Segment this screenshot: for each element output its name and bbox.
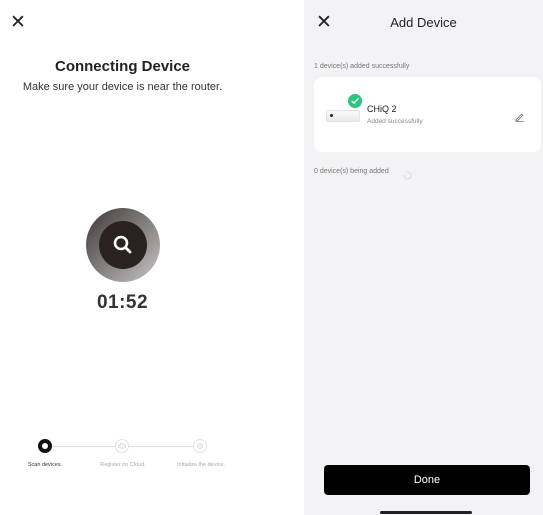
home-indicator [380,511,472,514]
connecting-device-screen: ✕ Connecting Device Make sure your devic… [0,0,245,515]
step-label-register: Register on Cloud. [100,462,146,468]
add-device-screen: ✕ Add Device 1 device(s) added successfu… [304,0,543,515]
added-count-text: 1 device(s) added successfully [314,63,410,70]
air-conditioner-image [326,110,360,122]
device-name: CHiQ 2 [367,104,397,114]
close-icon[interactable]: ✕ [10,13,26,32]
step-scan-indicator [38,439,52,453]
step-connector [52,446,122,447]
gear-icon [193,439,207,453]
pencil-icon[interactable] [514,109,525,127]
adding-count-text: 0 device(s) being added [314,168,389,175]
page-subtitle: Make sure your device is near the router… [22,81,223,93]
page-title: Add Device [390,15,457,30]
step-label-initialize: Initialize the device. [177,462,225,468]
step-connector [129,446,193,447]
scanning-indicator [86,208,160,282]
device-status: Added successfully [367,118,423,125]
device-card[interactable]: CHiQ 2 Added successfully [314,77,541,152]
magnifier-icon [86,208,160,282]
countdown-timer: 01:52 [96,292,149,313]
check-icon [348,94,362,108]
done-button[interactable]: Done [324,465,530,495]
step-label-scan: Scan devices. [27,462,63,468]
page-title: Connecting Device [54,58,191,75]
cloud-icon [115,439,129,453]
loading-spinner-icon [403,167,412,185]
